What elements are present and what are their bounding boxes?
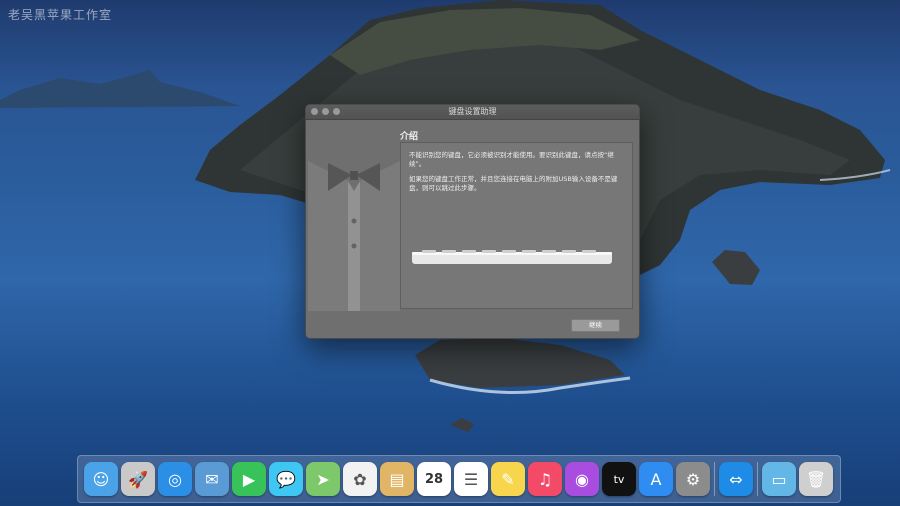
dock-separator bbox=[757, 462, 758, 496]
keyboard-icon bbox=[412, 250, 612, 264]
watermark-text: 老吴黑苹果工作室 bbox=[8, 8, 113, 22]
calendar-icon[interactable]: 28 bbox=[417, 462, 451, 496]
music-icon[interactable]: ♫ bbox=[528, 462, 562, 496]
notes-icon[interactable]: ✎ bbox=[491, 462, 525, 496]
dock: ☺ 🚀 ◎ ✉ ▶ 💬 ➤ ✿ ▤ 28 ☰ ✎ ♫ ◉ tv A ⚙ ⇔ ▭ 🗑 bbox=[77, 455, 841, 503]
finder-icon[interactable]: ☺ bbox=[84, 462, 118, 496]
facetime-icon[interactable]: ▶ bbox=[232, 462, 266, 496]
safari-icon[interactable]: ◎ bbox=[158, 462, 192, 496]
dock-separator bbox=[714, 462, 715, 496]
keyboard-setup-assistant-window: 键盘设置助理 介绍 不能识别您的键盘，它必须被识别才能使用。要识别此键盘，请点按… bbox=[305, 104, 640, 339]
photos-icon[interactable]: ✿ bbox=[343, 462, 377, 496]
downloads-folder-icon[interactable]: ▭ bbox=[762, 462, 796, 496]
notes-app-icon[interactable]: ▤ bbox=[380, 462, 414, 496]
tuxedo-bowtie-icon bbox=[308, 161, 400, 311]
window-title: 键盘设置助理 bbox=[448, 107, 497, 116]
apple-tv-icon[interactable]: tv bbox=[602, 462, 636, 496]
skip-hint-text: 如果您的键盘工作正常，并且您连接在电脑上的附加USB输入设备不是键盘，则可以跳过… bbox=[409, 175, 618, 192]
maps-icon[interactable]: ➤ bbox=[306, 462, 340, 496]
reminders-icon[interactable]: ☰ bbox=[454, 462, 488, 496]
continue-button[interactable]: 继续 bbox=[571, 319, 620, 332]
trash-icon[interactable]: 🗑 bbox=[799, 462, 833, 496]
window-titlebar[interactable]: 键盘设置助理 bbox=[306, 105, 639, 120]
content-panel: 不能识别您的键盘，它必须被识别才能使用。要识别此键盘，请点按“继续”。 如果您的… bbox=[400, 142, 633, 309]
instruction-text: 不能识别您的键盘，它必须被识别才能使用。要识别此键盘，请点按“继续”。 bbox=[409, 151, 614, 168]
messages-icon[interactable]: 💬 bbox=[269, 462, 303, 496]
teamviewer-icon[interactable]: ⇔ bbox=[719, 462, 753, 496]
launchpad-icon[interactable]: 🚀 bbox=[121, 462, 155, 496]
app-store-icon[interactable]: A bbox=[639, 462, 673, 496]
section-heading: 介绍 bbox=[400, 132, 419, 142]
mail-icon[interactable]: ✉ bbox=[195, 462, 229, 496]
podcasts-icon[interactable]: ◉ bbox=[565, 462, 599, 496]
system-preferences-icon[interactable]: ⚙ bbox=[676, 462, 710, 496]
